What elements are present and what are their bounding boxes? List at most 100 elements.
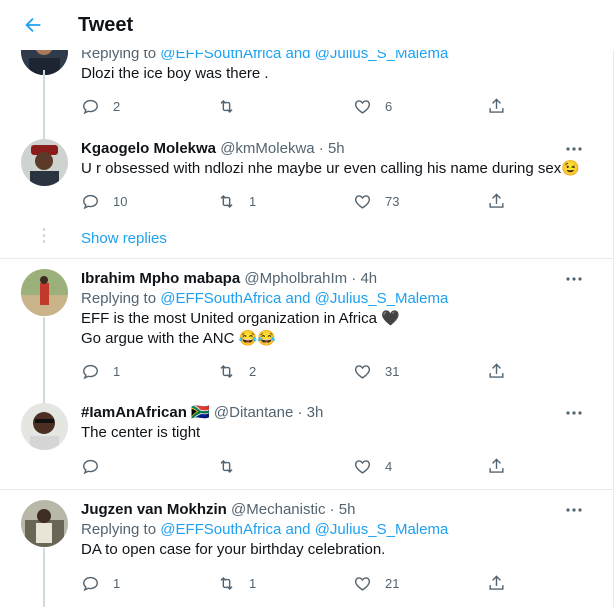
handle[interactable]: @MpholbrahIm · 4h (244, 270, 377, 287)
heart-icon (354, 194, 371, 209)
avatar[interactable] (21, 500, 68, 547)
tweet-actions: 10 1 73 (81, 191, 521, 211)
tweet-actions: 1 2 31 (81, 361, 521, 381)
tweet-text: DA to open case for your birthday celebr… (81, 541, 386, 558)
replying-to: Replying to @EFFSouthAfrica and @Julius_… (81, 521, 449, 538)
tweet-text: U r obsessed with ndlozi nhe maybe ur ev… (81, 160, 580, 177)
like-button[interactable]: 21 (353, 573, 399, 593)
share-icon (489, 97, 504, 113)
reply-button[interactable] (81, 456, 113, 476)
tweet[interactable]: Ibrahim Mpho mabapa @MpholbrahIm · 4h Re… (0, 259, 613, 389)
like-button[interactable]: 6 (353, 96, 392, 116)
reply-button[interactable]: 10 (81, 191, 127, 211)
tweet-actions: 1 1 21 (81, 573, 521, 593)
display-name[interactable]: Kgaogelo Molekwa (81, 140, 216, 157)
page-title: Tweet (78, 14, 134, 36)
retweet-icon (220, 194, 233, 208)
tweet-text-line-1: EFF is the most United organization in A… (81, 310, 400, 327)
more-options-button[interactable] (563, 403, 585, 423)
reply-icon (83, 194, 98, 209)
avatar[interactable] (21, 139, 68, 186)
retweet-button[interactable] (217, 96, 249, 116)
retweet-button[interactable] (217, 456, 249, 476)
share-button[interactable] (487, 191, 506, 211)
heart-icon (354, 99, 371, 114)
reply-icon (83, 364, 98, 379)
more-icon (566, 411, 582, 415)
more-icon (566, 508, 582, 512)
retweet-icon (220, 99, 233, 113)
replying-to-link[interactable]: @EFFSouthAfrica and @Julius_S_Malema (160, 290, 448, 307)
like-count: 21 (385, 575, 400, 591)
thread-line (43, 389, 45, 403)
share-icon (489, 362, 504, 378)
reply-count: 1 (113, 575, 121, 591)
reply-button[interactable]: 1 (81, 573, 120, 593)
like-count: 31 (385, 363, 400, 379)
display-name[interactable]: #IamAnAfrican 🇿🇦 (81, 404, 210, 421)
reply-icon (83, 576, 98, 591)
show-replies-link[interactable]: Show replies (81, 230, 167, 247)
like-button[interactable]: 31 (353, 361, 399, 381)
top-bar: Tweet (0, 0, 615, 50)
like-count: 6 (385, 98, 393, 114)
reply-icon (83, 99, 98, 114)
thread-line (43, 70, 45, 125)
handle[interactable]: @Mechanistic · 5h (231, 501, 355, 518)
display-name[interactable]: Ibrahim Mpho mabapa (81, 270, 240, 287)
tweet-text-line-2: Go argue with the ANC 😂😂 (81, 330, 276, 347)
share-icon (489, 192, 504, 208)
retweet-icon (220, 364, 233, 378)
heart-icon (354, 364, 371, 379)
retweet-count: 1 (249, 193, 257, 209)
reply-icon (83, 459, 98, 474)
reply-count: 2 (113, 98, 121, 114)
more-options-button[interactable] (563, 139, 585, 159)
share-button[interactable] (487, 573, 506, 593)
back-arrow-icon (25, 17, 41, 33)
share-icon (489, 457, 504, 473)
retweet-icon (220, 459, 233, 473)
more-icon (566, 277, 582, 281)
tweet-text: Dlozi the ice boy was there . (81, 65, 269, 82)
more-options-button[interactable] (563, 500, 585, 520)
avatar[interactable] (21, 269, 68, 316)
share-button[interactable] (487, 361, 506, 381)
handle[interactable]: @Ditantane · 3h (214, 404, 323, 421)
thread-dots (43, 228, 45, 248)
retweet-button[interactable]: 1 (217, 191, 256, 211)
replying-to-link[interactable]: @EFFSouthAfrica and @Julius_S_Malema (160, 521, 448, 538)
retweet-button[interactable]: 2 (217, 361, 256, 381)
reply-count: 10 (113, 193, 128, 209)
reply-button[interactable]: 1 (81, 361, 120, 381)
display-name[interactable]: Jugzen van Mokhzin (81, 501, 227, 518)
share-button[interactable] (487, 96, 506, 116)
retweet-count: 2 (249, 363, 257, 379)
tweet-actions: 4 (81, 456, 521, 476)
thread-line (43, 125, 45, 139)
retweet-icon (220, 576, 233, 590)
like-count: 73 (385, 193, 400, 209)
avatar[interactable] (21, 403, 68, 450)
handle[interactable]: @kmMolekwa · 5h (220, 140, 344, 157)
heart-icon (354, 459, 371, 474)
thread-line (43, 548, 45, 607)
tweet[interactable]: Jugzen van Mokhzin @Mechanistic · 5h Rep… (0, 490, 613, 607)
reply-count: 1 (113, 363, 121, 379)
retweet-button[interactable]: 1 (217, 573, 256, 593)
tweet[interactable]: #IamAnAfrican 🇿🇦 @Ditantane · 3h The cen… (0, 389, 613, 489)
thread-line (43, 317, 45, 389)
heart-icon (354, 576, 371, 591)
share-button[interactable] (487, 456, 506, 476)
tweet-actions: 2 6 (81, 96, 521, 116)
like-button[interactable]: 4 (353, 456, 392, 476)
like-count: 4 (385, 458, 393, 474)
more-options-button[interactable] (563, 269, 585, 289)
reply-button[interactable]: 2 (81, 96, 120, 116)
retweet-count: 1 (249, 575, 257, 591)
share-icon (489, 574, 504, 590)
more-icon (566, 147, 582, 151)
like-button[interactable]: 73 (353, 191, 399, 211)
column-border (613, 0, 614, 607)
back-button[interactable] (18, 10, 48, 40)
